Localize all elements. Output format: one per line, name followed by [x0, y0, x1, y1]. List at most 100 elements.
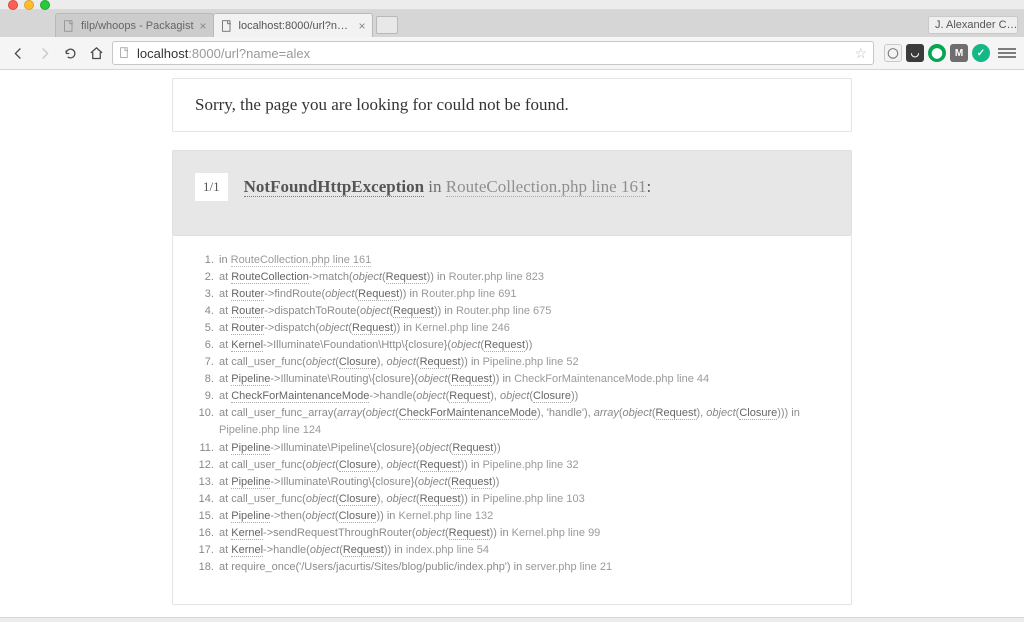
trace-text: Router.php line 823 [449, 271, 544, 283]
trace-link[interactable]: Pipeline [231, 510, 270, 523]
trace-link[interactable]: Kernel [231, 339, 263, 352]
trace-text: object [310, 544, 339, 556]
trace-line: in RouteCollection.php line 161 [217, 252, 841, 269]
trace-link[interactable]: Request [343, 544, 384, 557]
trace-link[interactable]: Request [420, 356, 461, 369]
trace-text: -> [263, 544, 273, 556]
trace-list: in RouteCollection.php line 161at RouteC… [217, 252, 841, 576]
extension-icon[interactable]: ⬤ [928, 44, 946, 62]
trace-link[interactable]: Request [449, 390, 490, 403]
trace-text: -> [369, 390, 379, 402]
address-bar[interactable]: localhost:8000/url?name=alex ☆ [112, 41, 874, 65]
trace-text: server.php line 21 [525, 561, 612, 573]
window-close-button[interactable] [8, 0, 18, 10]
browser-tab[interactable]: filp/whoops - Packagist × [55, 13, 214, 37]
extension-icon[interactable]: ◯ [884, 44, 902, 62]
trace-text: at [219, 442, 231, 454]
trace-link[interactable]: Pipeline [231, 476, 270, 489]
exception-file[interactable]: RouteCollection.php line 161 [446, 177, 647, 197]
trace-line: at Pipeline->then(object(Closure)) in Ke… [217, 508, 841, 525]
trace-text: handle( [380, 390, 417, 402]
trace-link[interactable]: Request [420, 493, 461, 506]
trace-text: Router.php line 675 [456, 305, 551, 317]
window-minimize-button[interactable] [24, 0, 34, 10]
trace-link[interactable]: Request [352, 322, 393, 335]
trace-text: array [337, 407, 362, 419]
trace-line: at require_once('/Users/jacurtis/Sites/b… [217, 559, 841, 576]
trace-link[interactable]: Router [231, 305, 264, 318]
extension-icon[interactable]: ◡ [906, 44, 924, 62]
trace-text: dispatch( [274, 322, 319, 334]
trace-link[interactable]: Closure [339, 356, 377, 369]
back-button[interactable] [8, 43, 28, 63]
trace-link[interactable]: Pipeline [231, 373, 270, 386]
trace-line: at call_user_func(object(Closure), objec… [217, 491, 841, 508]
bookmark-star-icon[interactable]: ☆ [854, 45, 867, 62]
reload-button[interactable] [60, 43, 80, 63]
trace-link[interactable]: RouteCollection [231, 271, 309, 284]
new-tab-button[interactable] [376, 16, 398, 34]
arrow-right-icon [37, 46, 52, 61]
trace-line: at Kernel->sendRequestThroughRouter(obje… [217, 525, 841, 542]
forward-button[interactable] [34, 43, 54, 63]
tab-close-icon[interactable]: × [200, 19, 207, 33]
trace-text: )) [571, 390, 578, 402]
trace-text: )) in [490, 527, 512, 539]
stack-trace: in RouteCollection.php line 161at RouteC… [172, 236, 852, 605]
trace-link[interactable]: Request [449, 527, 490, 540]
url-host: localhost [137, 46, 188, 61]
exception-joiner: in [424, 177, 446, 196]
chrome-menu-button[interactable] [998, 44, 1016, 62]
trace-text: -> [263, 339, 273, 351]
trace-text: object [325, 288, 354, 300]
trace-line: at Kernel->handle(object(Request)) in in… [217, 542, 841, 559]
profile-button[interactable]: J. Alexander C… [928, 16, 1018, 34]
trace-text: Kernel.php line 99 [512, 527, 601, 539]
trace-text: call_user_func( [231, 356, 306, 368]
trace-text: object [387, 356, 416, 368]
trace-link[interactable]: Router [231, 288, 264, 301]
tab-title: localhost:8000/url?name=… [239, 20, 353, 32]
trace-link[interactable]: CheckForMaintenanceMode [399, 407, 537, 420]
browser-tab-active[interactable]: localhost:8000/url?name=… × [213, 13, 373, 37]
trace-link[interactable]: Closure [533, 390, 571, 403]
trace-link[interactable]: Request [451, 373, 492, 386]
exception-counter: 1/1 [195, 173, 228, 201]
trace-text: dispatchToRoute( [274, 305, 360, 317]
trace-text: at [219, 544, 231, 556]
tab-close-icon[interactable]: × [359, 19, 366, 33]
trace-text: ), 'handle'), [537, 407, 594, 419]
home-button[interactable] [86, 43, 106, 63]
trace-link[interactable]: Kernel [231, 544, 263, 557]
trace-text: -> [309, 271, 319, 283]
trace-link[interactable]: Request [393, 305, 434, 318]
trace-link[interactable]: Request [386, 271, 427, 284]
trace-link[interactable]: Router [231, 322, 264, 335]
extension-icon[interactable]: ✓ [972, 44, 990, 62]
trace-line: at Kernel->Illuminate\Foundation\Http\{c… [217, 337, 841, 354]
trace-link[interactable]: Kernel [231, 527, 263, 540]
trace-link[interactable]: Pipeline [231, 442, 270, 455]
trace-text: at [219, 288, 231, 300]
extension-icon[interactable]: M [950, 44, 968, 62]
trace-link[interactable]: Request [358, 288, 399, 301]
window-zoom-button[interactable] [40, 0, 50, 10]
trace-text: Kernel.php line 132 [398, 510, 493, 522]
exception-name[interactable]: NotFoundHttpException [244, 177, 424, 197]
trace-link[interactable]: Closure [739, 407, 777, 420]
trace-link[interactable]: Closure [339, 510, 377, 523]
trace-link[interactable]: Request [451, 476, 492, 489]
trace-link[interactable]: Request [656, 407, 697, 420]
trace-link[interactable]: Request [452, 442, 493, 455]
trace-link[interactable]: Closure [339, 459, 377, 472]
trace-text: object [416, 527, 445, 539]
trace-line: at RouteCollection->match(object(Request… [217, 269, 841, 286]
trace-link[interactable]: Closure [339, 493, 377, 506]
trace-link[interactable]: CheckForMaintenanceMode [231, 390, 369, 403]
extension-icons: ◯ ◡ ⬤ M ✓ [884, 44, 990, 62]
trace-link[interactable]: Request [484, 339, 525, 352]
page-favicon-icon [220, 19, 234, 33]
trace-link[interactable]: RouteCollection.php line 161 [231, 254, 372, 267]
trace-text: object [306, 493, 335, 505]
trace-link[interactable]: Request [420, 459, 461, 472]
